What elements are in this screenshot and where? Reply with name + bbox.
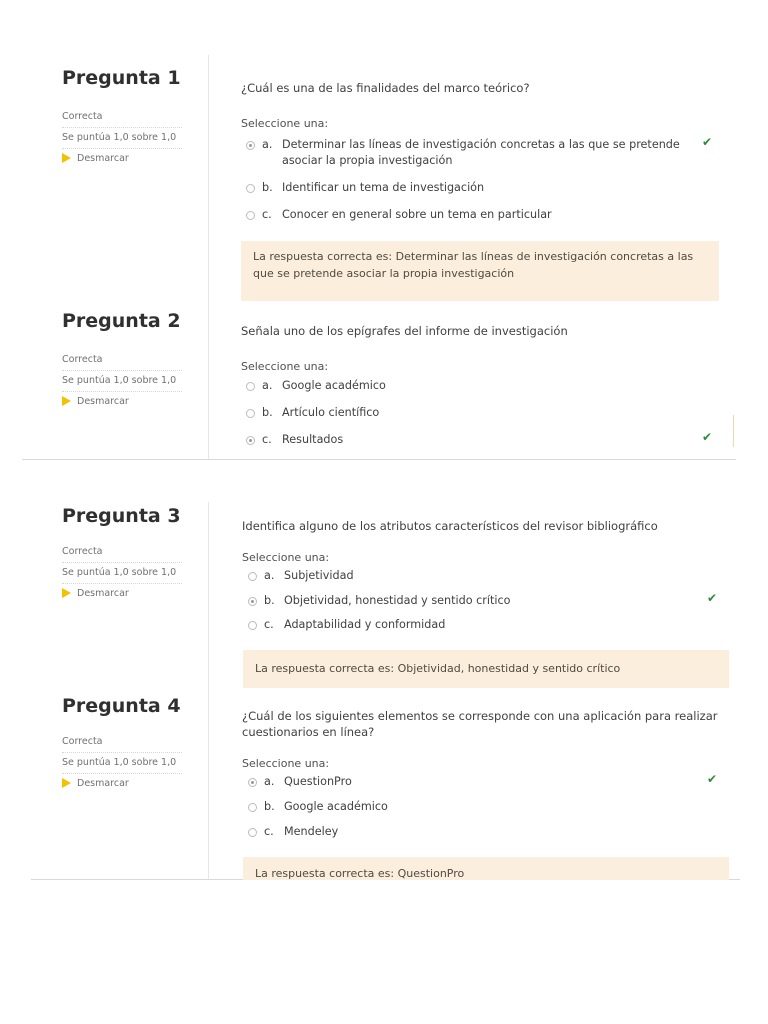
question-info: Correcta Se puntúa 1,0 sobre 1,0 Desmarc…: [62, 350, 182, 412]
question-status: Correcta: [62, 350, 182, 371]
question-text: Identifica alguno de los atributos carac…: [242, 519, 658, 533]
question-status: Correcta: [62, 732, 182, 753]
feedback-text: La respuesta correcta es: QuestionPro: [255, 867, 465, 880]
option-letter: a.: [262, 138, 273, 151]
question-number: Pregunta 2: [62, 310, 181, 332]
radio-icon[interactable]: [246, 211, 255, 220]
option-text: Subjetividad: [284, 569, 354, 582]
question-score: Se puntúa 1,0 sobre 1,0: [62, 371, 182, 392]
question-text-line1: ¿Cuál de los siguientes elementos se cor…: [242, 709, 718, 723]
correct-answer-feedback: La respuesta correcta es: Objetividad, h…: [243, 650, 729, 688]
check-icon: ✔: [707, 772, 718, 786]
check-icon: ✔: [702, 135, 713, 149]
option-text: Adaptabilidad y conformidad: [284, 618, 446, 631]
option-text: Conocer en general sobre un tema en part…: [282, 208, 552, 221]
radio-icon[interactable]: [248, 597, 257, 606]
radio-icon[interactable]: [248, 621, 257, 630]
feedback-line1: La respuesta correcta es: Determinar las…: [253, 250, 694, 263]
radio-icon[interactable]: [248, 828, 257, 837]
radio-icon[interactable]: [248, 778, 257, 787]
question-text: ¿Cuál de los siguientes elementos se cor…: [242, 708, 717, 740]
feedback-text: La respuesta correcta es: Objetividad, h…: [255, 662, 621, 675]
quiz-panel-1: Pregunta 1 Correcta Se puntúa 1,0 sobre …: [22, 55, 736, 460]
question-score: Se puntúa 1,0 sobre 1,0: [62, 128, 182, 149]
radio-icon[interactable]: [248, 803, 257, 812]
flag-label: Desmarcar: [77, 588, 129, 599]
radio-icon[interactable]: [246, 436, 255, 445]
radio-icon[interactable]: [246, 141, 255, 150]
question-info: Correcta Se puntúa 1,0 sobre 1,0 Desmarc…: [62, 732, 182, 794]
question-status: Correcta: [62, 107, 182, 128]
column-divider: [208, 55, 209, 460]
radio-icon[interactable]: [248, 572, 257, 581]
option-letter: c.: [262, 208, 272, 221]
option-letter: b.: [262, 181, 273, 194]
flag-label: Desmarcar: [77, 396, 129, 407]
feedback-edge: [733, 415, 734, 447]
option-text-line1: Determinar las líneas de investigación c…: [282, 138, 680, 151]
question-text: Señala uno de los epígrafes del informe …: [241, 324, 568, 338]
check-icon: ✔: [702, 430, 713, 444]
option-letter: b.: [264, 800, 275, 813]
option-letter: a.: [264, 775, 275, 788]
flag-question-link[interactable]: Desmarcar: [62, 774, 182, 794]
column-divider: [208, 502, 209, 880]
quiz-panel-2: Pregunta 3 Correcta Se puntúa 1,0 sobre …: [31, 502, 740, 880]
flag-label: Desmarcar: [77, 153, 129, 164]
option-letter: b.: [264, 594, 275, 607]
question-info: Correcta Se puntúa 1,0 sobre 1,0 Desmarc…: [62, 107, 182, 169]
flag-icon: [62, 395, 71, 406]
option-text: Resultados: [282, 433, 344, 446]
answer-prompt: Seleccione una:: [241, 360, 329, 373]
question-info: Correcta Se puntúa 1,0 sobre 1,0 Desmarc…: [62, 542, 182, 604]
option-letter: c.: [264, 618, 274, 631]
panel-bottom-border: [22, 459, 736, 460]
flag-label: Desmarcar: [77, 778, 129, 789]
option-text: Mendeley: [284, 825, 339, 838]
option-text: Objetividad, honestidad y sentido crític…: [284, 594, 511, 607]
option-text: Artículo científico: [282, 406, 380, 419]
option-letter: b.: [262, 406, 273, 419]
flag-question-link[interactable]: Desmarcar: [62, 149, 182, 169]
flag-icon: [62, 152, 71, 163]
option-letter: a.: [264, 569, 275, 582]
question-text-line2: cuestionarios en línea?: [242, 725, 375, 739]
radio-icon[interactable]: [246, 382, 255, 391]
option-text: Google académico: [282, 379, 386, 392]
feedback-line2: que se pretende asociar la propia invest…: [253, 267, 515, 280]
correct-answer-feedback: La respuesta correcta es: Determinar las…: [241, 241, 719, 301]
question-number: Pregunta 3: [62, 505, 181, 527]
option-text: Identificar un tema de investigación: [282, 181, 485, 194]
radio-icon[interactable]: [246, 409, 255, 418]
flag-question-link[interactable]: Desmarcar: [62, 392, 182, 412]
answer-prompt: Seleccione una:: [242, 551, 330, 564]
flag-icon: [62, 777, 71, 788]
check-icon: ✔: [707, 591, 718, 605]
flag-icon: [62, 587, 71, 598]
option-text-line2: asociar la propia investigación: [282, 154, 453, 167]
question-text: ¿Cuál es una de las finalidades del marc…: [241, 81, 530, 95]
correct-answer-feedback: La respuesta correcta es: QuestionPro: [243, 857, 729, 880]
question-number: Pregunta 1: [62, 67, 181, 89]
question-score: Se puntúa 1,0 sobre 1,0: [62, 753, 182, 774]
answer-prompt: Seleccione una:: [241, 117, 329, 130]
option-text: QuestionPro: [284, 775, 352, 788]
answer-prompt: Seleccione una:: [242, 757, 330, 770]
question-score: Se puntúa 1,0 sobre 1,0: [62, 563, 182, 584]
flag-question-link[interactable]: Desmarcar: [62, 584, 182, 604]
radio-icon[interactable]: [246, 184, 255, 193]
question-number: Pregunta 4: [62, 695, 181, 717]
option-text: Google académico: [284, 800, 388, 813]
option-letter: c.: [264, 825, 274, 838]
option-letter: a.: [262, 379, 273, 392]
question-status: Correcta: [62, 542, 182, 563]
option-letter: c.: [262, 433, 272, 446]
